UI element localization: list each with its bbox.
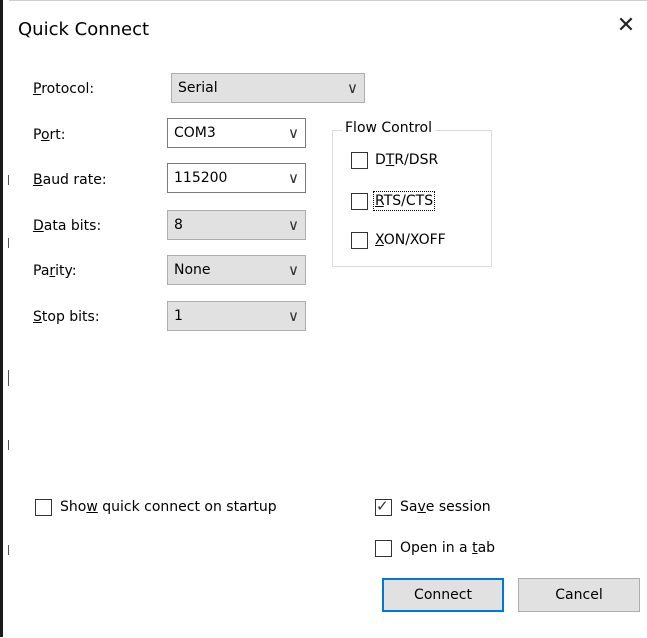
baud-rate-label: Baud rate:: [33, 172, 107, 188]
protocol-label: Protocol:: [33, 81, 95, 97]
rts-cts-checkbox[interactable]: [351, 193, 368, 210]
dtr-dsr-checkbox[interactable]: [351, 152, 368, 169]
baud-rate-select[interactable]: 115200 ∨: [167, 163, 306, 193]
background-window-edge: [0, 0, 10, 637]
data-bits-value: 8: [174, 217, 183, 233]
xon-xoff-checkbox[interactable]: [351, 232, 368, 249]
xon-xoff-label[interactable]: XON/XOFF: [375, 232, 446, 248]
stop-bits-label: Stop bits:: [33, 309, 100, 325]
dialog-title: Quick Connect: [18, 19, 150, 40]
show-quick-connect-label[interactable]: Show quick connect on startup: [60, 499, 277, 515]
parity-value: None: [174, 262, 211, 278]
rts-cts-label[interactable]: RTS/CTS: [372, 191, 436, 211]
chevron-down-icon: ∨: [288, 307, 299, 325]
parity-select[interactable]: None ∨: [167, 255, 306, 285]
data-bits-label: Data bits:: [33, 218, 102, 234]
port-value: COM3: [174, 125, 216, 141]
chevron-down-icon: ∨: [288, 124, 299, 142]
parity-label: Parity:: [33, 263, 77, 279]
chevron-down-icon: ∨: [288, 261, 299, 279]
save-session-checkbox[interactable]: ✓: [375, 497, 392, 516]
protocol-value: Serial: [178, 80, 218, 96]
open-in-tab-checkbox[interactable]: [375, 540, 392, 557]
stop-bits-value: 1: [174, 308, 183, 324]
chevron-down-icon: ∨: [347, 79, 358, 97]
flow-control-title: Flow Control: [342, 120, 436, 136]
chevron-down-icon: ∨: [288, 169, 299, 187]
save-session-label[interactable]: Save session: [400, 499, 491, 515]
show-quick-connect-checkbox[interactable]: [35, 499, 52, 516]
data-bits-select[interactable]: 8 ∨: [167, 210, 306, 240]
cancel-button[interactable]: Cancel: [518, 578, 640, 612]
chevron-down-icon: ∨: [288, 216, 299, 234]
open-in-tab-label[interactable]: Open in a tab: [400, 540, 495, 556]
port-select[interactable]: COM3 ∨: [167, 118, 306, 148]
stop-bits-select[interactable]: 1 ∨: [167, 301, 306, 331]
dtr-dsr-label[interactable]: DTR/DSR: [375, 152, 438, 168]
checkmark-icon: ✓: [376, 497, 389, 515]
quick-connect-dialog: Quick Connect ✕ Protocol: Serial ∨ Port:…: [9, 0, 647, 638]
close-icon: ✕: [616, 13, 636, 38]
baud-rate-value: 115200: [174, 170, 228, 186]
port-label: Port:: [33, 127, 66, 143]
connect-button[interactable]: Connect: [382, 578, 504, 612]
protocol-select[interactable]: Serial ∨: [171, 73, 365, 103]
close-button[interactable]: ✕: [611, 11, 641, 41]
